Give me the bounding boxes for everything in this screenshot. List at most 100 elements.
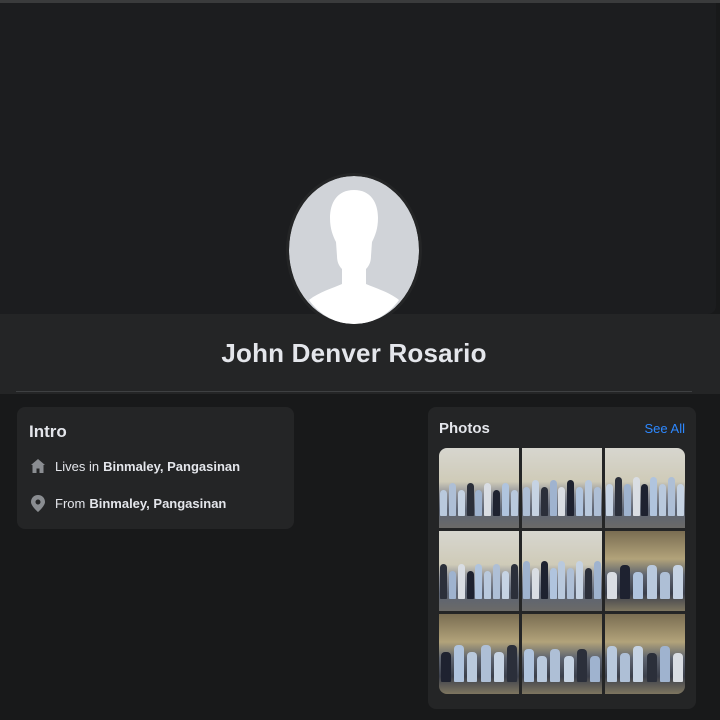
- photo-people: [439, 476, 519, 516]
- see-all-photos-link[interactable]: See All: [645, 421, 685, 436]
- photo-person: [673, 653, 684, 682]
- photo-person: [440, 652, 451, 682]
- photo-people: [522, 476, 602, 516]
- photo-person: [659, 572, 670, 599]
- photo-thumbnail[interactable]: [522, 531, 602, 611]
- photo-person: [484, 483, 492, 516]
- photo-thumbnail[interactable]: [439, 448, 519, 528]
- photo-person: [493, 564, 501, 599]
- photo-thumbnail[interactable]: [439, 531, 519, 611]
- photo-people: [605, 476, 685, 516]
- photo-person: [668, 477, 676, 516]
- default-avatar-icon: [289, 176, 419, 324]
- photo-person: [614, 477, 622, 516]
- photo-person: [475, 490, 483, 516]
- photo-thumbnail[interactable]: [605, 531, 685, 611]
- intro-item-prefix: From: [55, 495, 86, 511]
- photo-person: [593, 561, 601, 599]
- photo-person: [590, 656, 601, 682]
- photo-person: [439, 490, 447, 516]
- photo-person: [567, 568, 575, 599]
- photo-people: [439, 642, 519, 682]
- photo-person: [585, 480, 593, 516]
- photo-person: [493, 652, 504, 682]
- photo-person: [633, 646, 644, 682]
- photo-person: [540, 561, 548, 599]
- header-divider: [16, 391, 692, 392]
- location-pin-icon: [29, 494, 47, 512]
- photo-person: [531, 480, 539, 516]
- photo-person: [549, 480, 557, 516]
- photo-person: [522, 487, 530, 516]
- photo-person: [523, 649, 534, 682]
- photo-person: [457, 564, 465, 599]
- photo-person: [510, 564, 518, 599]
- photo-person: [522, 561, 530, 599]
- photo-people: [522, 642, 602, 682]
- photo-person: [475, 564, 483, 599]
- photos-card: Photos See All: [428, 407, 696, 709]
- photo-grid: [439, 448, 685, 694]
- photo-thumbnail[interactable]: [605, 448, 685, 528]
- photo-people: [605, 559, 685, 599]
- profile-name: John Denver Rosario: [221, 338, 487, 368]
- photo-person: [448, 571, 456, 599]
- intro-item-prefix: Lives in: [55, 458, 100, 474]
- photo-person: [646, 565, 657, 599]
- photo-person: [576, 649, 587, 682]
- photo-person: [466, 483, 474, 516]
- photo-person: [550, 649, 561, 682]
- photo-person: [585, 568, 593, 599]
- photo-person: [593, 487, 601, 516]
- photo-person: [558, 487, 566, 516]
- photo-person: [558, 561, 566, 599]
- photo-person: [641, 484, 649, 516]
- photo-people: [522, 559, 602, 599]
- photo-person: [650, 477, 658, 516]
- photo-person: [493, 490, 501, 516]
- photo-person: [563, 656, 574, 682]
- intro-title: Intro: [29, 422, 67, 441]
- photo-person: [467, 652, 478, 682]
- photo-person: [453, 645, 464, 682]
- photo-thumbnail[interactable]: [522, 614, 602, 694]
- photo-person: [632, 477, 640, 516]
- photo-thumbnail[interactable]: [522, 448, 602, 528]
- photo-person: [576, 561, 584, 599]
- intro-item-from: From Binmaley, Pangasinan: [29, 493, 226, 513]
- intro-item-value[interactable]: Binmaley, Pangasinan: [103, 459, 240, 474]
- photo-person: [536, 656, 547, 682]
- photo-person: [457, 490, 465, 516]
- photo-person: [576, 487, 584, 516]
- photo-person: [466, 571, 474, 599]
- photo-thumbnail[interactable]: [439, 614, 519, 694]
- profile-avatar[interactable]: [286, 173, 422, 327]
- photo-person: [605, 484, 613, 516]
- photo-person: [619, 653, 630, 682]
- intro-item-lives-in: Lives in Binmaley, Pangasinan: [29, 456, 240, 476]
- photo-person: [673, 565, 684, 599]
- photo-person: [659, 484, 667, 516]
- photo-person: [448, 483, 456, 516]
- photo-person: [502, 483, 510, 516]
- photo-person: [439, 564, 447, 599]
- photos-title[interactable]: Photos: [439, 420, 490, 437]
- photo-person: [507, 645, 518, 682]
- photo-person: [606, 572, 617, 599]
- photo-person: [623, 484, 631, 516]
- photo-person: [484, 571, 492, 599]
- photo-people: [605, 642, 685, 682]
- photo-person: [676, 484, 684, 516]
- home-icon: [29, 457, 47, 475]
- photo-person: [646, 653, 657, 682]
- photo-person: [531, 568, 539, 599]
- photo-person: [502, 571, 510, 599]
- photo-person: [480, 645, 491, 682]
- photo-person: [659, 646, 670, 682]
- photo-person: [567, 480, 575, 516]
- photo-person: [549, 568, 557, 599]
- photo-thumbnail[interactable]: [605, 614, 685, 694]
- photo-person: [633, 572, 644, 599]
- photo-person: [606, 646, 617, 682]
- intro-item-value[interactable]: Binmaley, Pangasinan: [89, 496, 226, 511]
